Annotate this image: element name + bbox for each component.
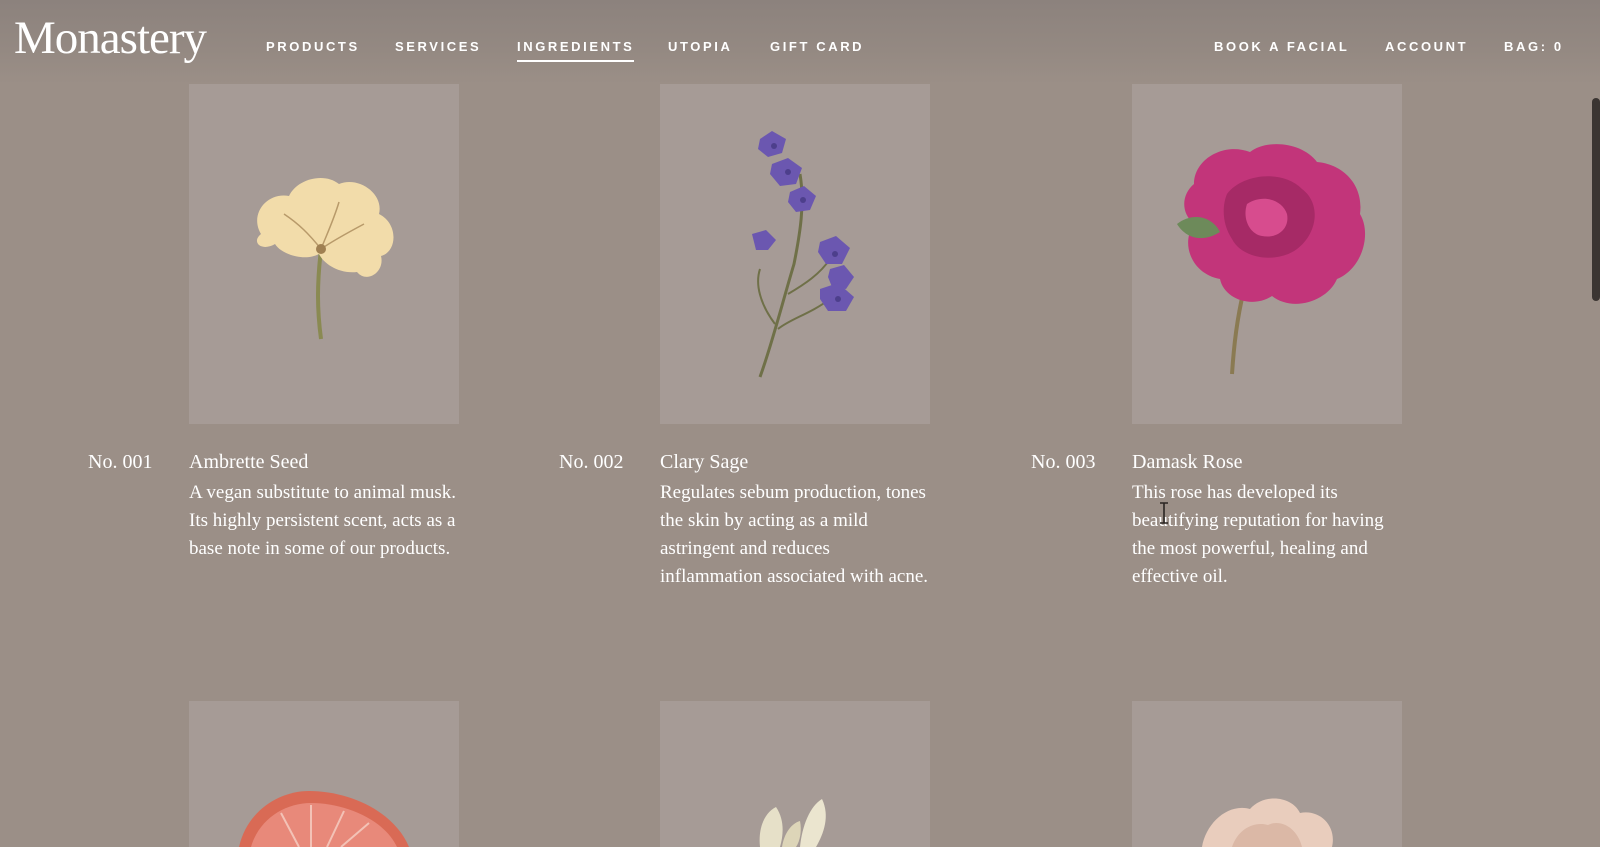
ingredient-number: No. 001 [88,451,153,473]
ingredient-description: This rose has developed its beautifying … [1132,482,1384,587]
ingredient-image-white-flower[interactable] [660,701,930,847]
ingredient-number: No. 003 [1031,451,1096,473]
ingredient-name[interactable]: Clary Sage [660,451,748,474]
ingredient-name[interactable]: Damask Rose [1132,451,1243,474]
text-cursor-icon [1160,502,1168,524]
ingredient-description: A vegan substitute to animal musk. Its h… [189,482,457,559]
nav-book-a-facial[interactable]: BOOK A FACIAL [1214,38,1349,56]
damask-rose-icon [1177,144,1366,375]
nav-services[interactable]: SERVICES [395,38,481,56]
ingredient-name[interactable]: Ambrette Seed [189,451,308,474]
nav-account[interactable]: ACCOUNT [1385,38,1468,56]
ingredient-image-pale-flower[interactable] [1132,701,1402,847]
nav-bag[interactable]: BAG: 0 [1504,38,1564,56]
page-scrollbar-thumb[interactable] [1592,98,1600,301]
white-flower-icon [759,799,826,847]
nav-ingredients[interactable]: INGREDIENTS [517,38,635,62]
ingredient-image-damask-rose[interactable] [1132,84,1402,424]
nav-utopia[interactable]: UTOPIA [668,38,732,56]
nav-products[interactable]: PRODUCTS [266,38,360,56]
ingredient-image-ambrette-seed[interactable] [189,84,459,424]
brand-logo[interactable]: Monastery [14,8,207,68]
nav-gift-card[interactable]: GIFT CARD [770,38,864,56]
ambrette-flower-icon [256,177,394,340]
grapefruit-icon [239,791,409,847]
ingredient-image-clary-sage[interactable] [660,84,930,424]
site-header: Monastery PRODUCTS SERVICES INGREDIENTS … [0,0,1600,84]
ingredient-number: No. 002 [559,451,624,473]
ingredient-description: Regulates sebum production, tones the sk… [660,482,929,587]
ingredient-image-grapefruit[interactable] [189,701,459,847]
clary-sage-flower-icon [752,131,854,378]
pale-flower-icon [1202,798,1333,847]
